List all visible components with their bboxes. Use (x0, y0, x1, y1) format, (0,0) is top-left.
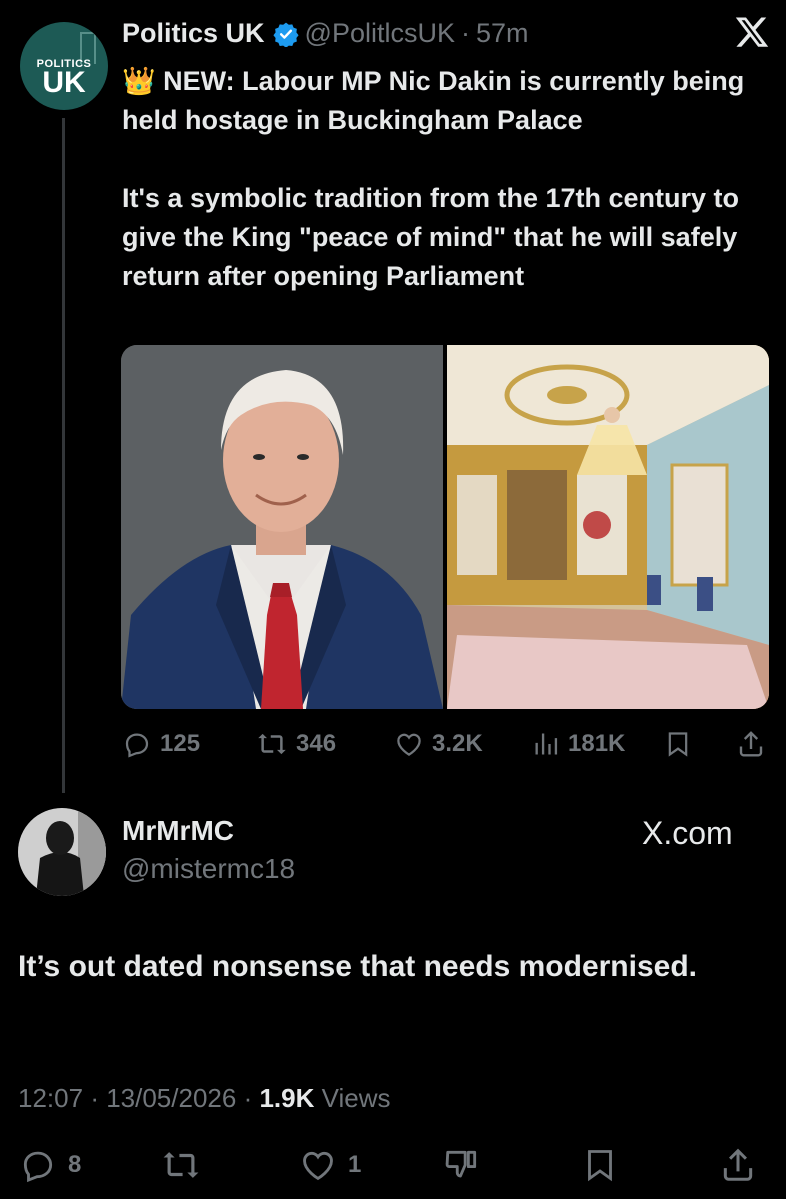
politics-uk-avatar[interactable]: POLITICS UK (20, 22, 108, 110)
bookmark-button[interactable] (664, 729, 692, 759)
views-icon (535, 733, 558, 755)
reply-reply-count: 8 (68, 1151, 82, 1178)
reply-count: 125 (160, 730, 201, 757)
tweet-media[interactable] (121, 345, 769, 709)
tweet-header: Politics UK @PolitlcsUK · 57m (122, 18, 529, 49)
bookmark-icon (588, 1150, 612, 1182)
reply-bookmark-button[interactable] (582, 1146, 618, 1184)
views-button[interactable]: 181K (532, 729, 625, 759)
bookmark-icon (668, 732, 688, 757)
avatar-text-big: UK (42, 66, 86, 99)
x-logo-icon[interactable] (734, 14, 770, 50)
like-icon (303, 1151, 333, 1181)
reply-body: It’s out dated nonsense that needs moder… (18, 950, 697, 983)
like-button[interactable]: 3.2K (394, 729, 483, 759)
reply-date[interactable]: 13/05/2026 (106, 1083, 236, 1113)
reply-views-label: Views (321, 1083, 391, 1113)
repost-button[interactable]: 346 (256, 729, 336, 759)
reply-action-bar: 8 1 (18, 1146, 768, 1186)
reply-views-count: 1.9K (259, 1083, 315, 1113)
reply-icon (23, 1151, 53, 1183)
reply-reply-button[interactable]: 8 (18, 1146, 81, 1184)
share-icon (723, 1148, 753, 1181)
reply-dislike-button[interactable] (442, 1146, 482, 1184)
reply-meta: 12:07 · 13/05/2026 · 1.9K Views (18, 1083, 391, 1113)
repost-count: 346 (296, 730, 337, 757)
share-icon (739, 731, 763, 757)
verified-badge-icon (272, 21, 299, 47)
tweet-action-bar: 125 346 3.2K 181K (122, 725, 770, 765)
share-button[interactable] (736, 729, 766, 759)
reply-repost-button[interactable] (160, 1146, 202, 1184)
portrait-photo[interactable] (121, 345, 443, 709)
tweet-age[interactable]: 57m (476, 18, 529, 49)
tweet-text-line2: It's a symbolic tradition from the 17th … (122, 183, 740, 291)
dislike-icon (445, 1150, 477, 1178)
thread-connector-line (62, 118, 65, 793)
dot-separator: · (460, 18, 470, 48)
reply-author-name[interactable]: MrMrMC (122, 815, 234, 847)
author-name[interactable]: Politics UK (122, 18, 265, 49)
reply-icon (125, 733, 149, 758)
reply-button[interactable]: 125 (122, 729, 200, 759)
tweet-body: 👑 NEW: Labour MP Nic Dakin is currently … (122, 62, 762, 296)
x-com-watermark: X.com (642, 815, 733, 851)
like-icon (397, 733, 421, 756)
reply-time[interactable]: 12:07 (18, 1083, 83, 1113)
reply-author-handle[interactable]: @mistermc18 (122, 853, 295, 885)
repost-icon (163, 1152, 199, 1178)
palace-room-photo[interactable] (447, 345, 769, 709)
views-count: 181K (568, 730, 626, 757)
crown-emoji: 👑 (122, 66, 156, 96)
reply-like-button[interactable]: 1 (298, 1146, 361, 1184)
repost-icon (258, 733, 286, 755)
reply-like-count: 1 (348, 1151, 362, 1178)
like-count: 3.2K (432, 730, 483, 757)
reply-share-button[interactable] (718, 1146, 758, 1184)
author-handle[interactable]: @PolitlcsUK (305, 18, 455, 49)
tweet-text-line1: NEW: Labour MP Nic Dakin is currently be… (122, 66, 745, 135)
mrmrmc-avatar[interactable] (18, 808, 106, 896)
